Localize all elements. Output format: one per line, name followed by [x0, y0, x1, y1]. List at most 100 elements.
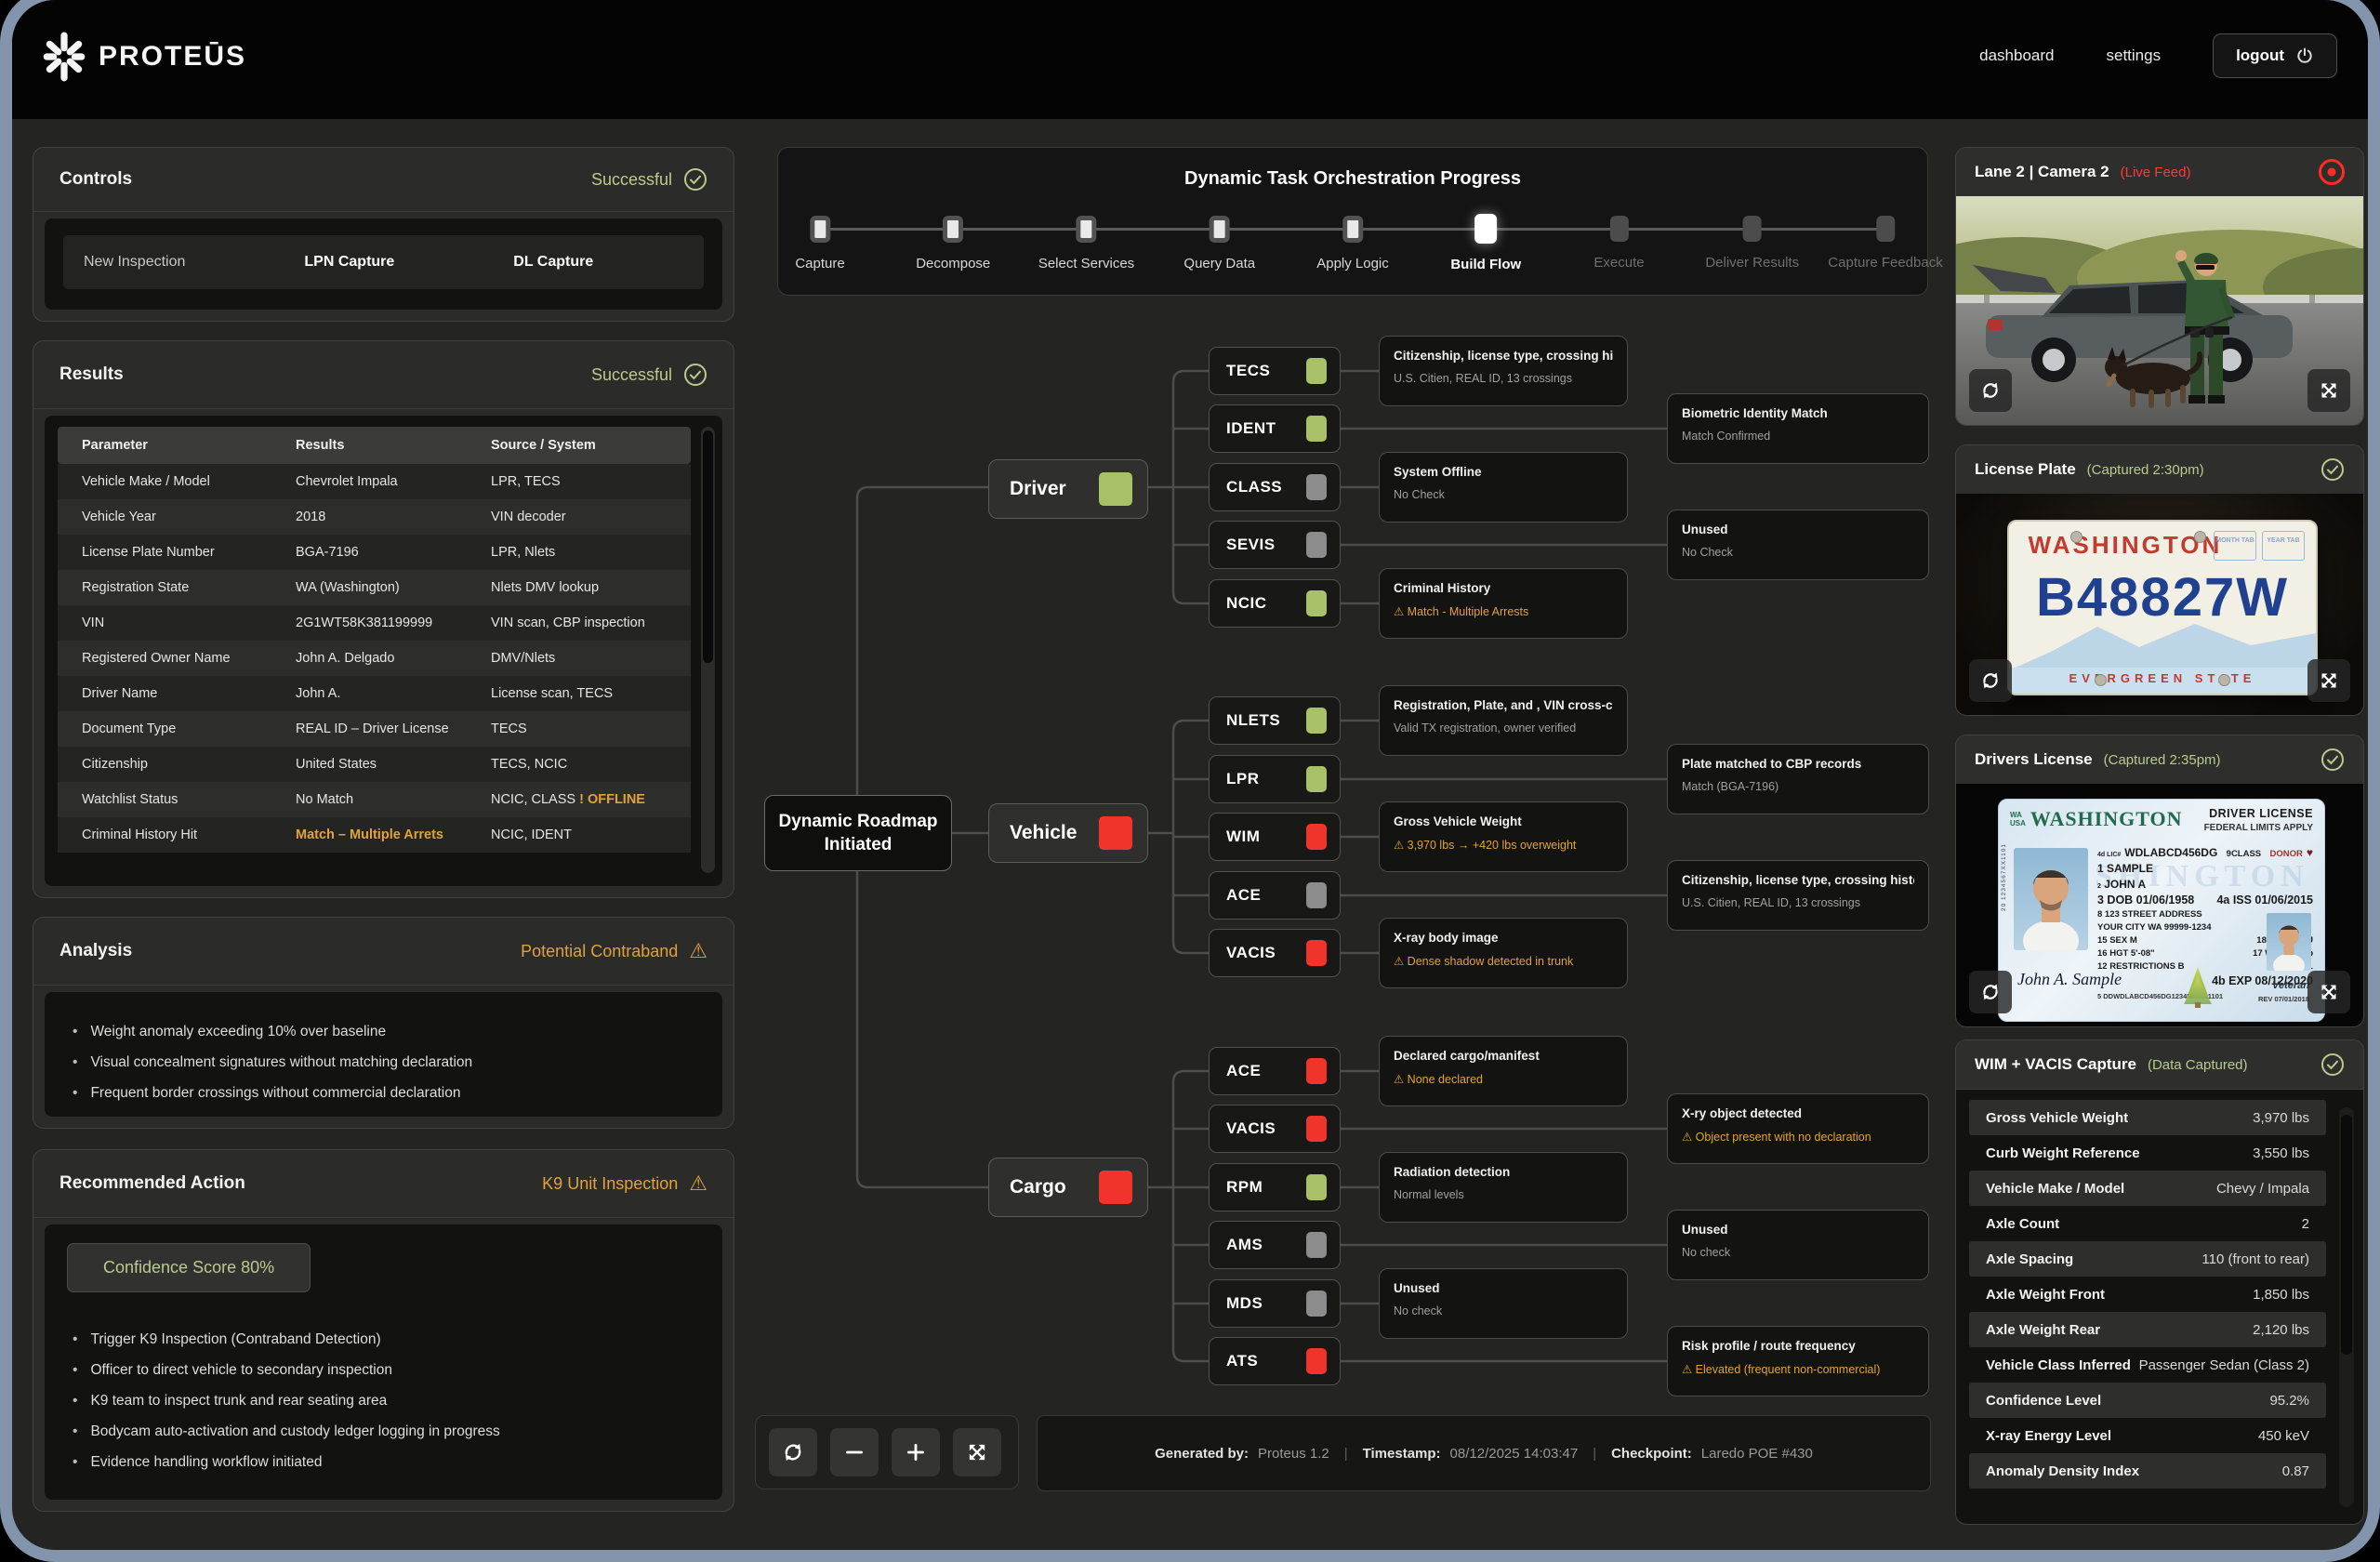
- analysis-bullet: Weight anomaly exceeding 10% over baseli…: [73, 1016, 694, 1047]
- analysis-bullets: Weight anomaly exceeding 10% over baseli…: [45, 992, 722, 1132]
- service-node-nlets[interactable]: NLETS: [1209, 696, 1341, 745]
- cell-parameter: Registration State: [82, 580, 296, 595]
- plate-state-name: WASHINGTON: [2009, 531, 2241, 560]
- refresh-icon: [781, 1440, 805, 1464]
- zoom-out-button[interactable]: [830, 1428, 879, 1476]
- camera-refresh-button[interactable]: [1969, 369, 2012, 412]
- step-deliver-results: Deliver Results: [1705, 217, 1799, 271]
- service-node-ace_v[interactable]: ACE: [1209, 871, 1341, 920]
- lpn-capture-button[interactable]: LPN Capture: [304, 254, 394, 271]
- dl-field-left: 15 SEX M: [2097, 935, 2137, 946]
- service-label: NLETS: [1226, 711, 1280, 730]
- top-nav: dashboard settings logout: [1979, 33, 2337, 78]
- nav-settings[interactable]: settings: [2106, 46, 2161, 65]
- annotation-detail: ⚠ Object present with no declaration: [1682, 1130, 1914, 1144]
- annotation-vacis_c: X-ry object detected⚠ Object present wit…: [1667, 1093, 1929, 1164]
- annotation-title: Gross Vehicle Weight: [1394, 814, 1613, 828]
- wim-row: Axle Weight Rear2,120 lbs: [1969, 1312, 2326, 1347]
- service-node-mds[interactable]: MDS: [1209, 1279, 1341, 1328]
- flow-root-node[interactable]: Dynamic Roadmap Initiated: [764, 795, 952, 871]
- step-label: Query Data: [1183, 256, 1255, 271]
- fit-view-button[interactable]: [953, 1428, 1001, 1476]
- service-node-vacis_c[interactable]: VACIS: [1209, 1105, 1341, 1153]
- dl-photo-area: WASHINGTON WAUSA WASHINGTON DRIVER LICEN…: [1956, 784, 2363, 1026]
- controls-status: Successful: [591, 167, 707, 192]
- annotation-title: X-ray body image: [1394, 931, 1613, 945]
- wim-row: Curb Weight Reference 3,550 lbs: [1969, 1135, 2326, 1171]
- wim-scrollbar[interactable]: [2339, 1107, 2354, 1507]
- flow-refresh-button[interactable]: [769, 1428, 817, 1476]
- camera-feed: [1956, 196, 2363, 425]
- cell-result: Chevrolet Impala: [296, 474, 491, 489]
- service-node-ace_c[interactable]: ACE: [1209, 1047, 1341, 1095]
- step-query-data: Query Data: [1183, 217, 1255, 271]
- service-node-ncic[interactable]: NCIC: [1209, 579, 1341, 628]
- wim-scrollbar-thumb[interactable]: [2341, 1115, 2352, 1355]
- wim-row: Confidence Level95.2%: [1969, 1383, 2326, 1418]
- step-marker: [1077, 216, 1097, 243]
- zoom-in-button[interactable]: [892, 1428, 940, 1476]
- status-square-gray: [1306, 1291, 1327, 1317]
- cell-source: Nlets DMV lookup: [491, 580, 667, 595]
- annotation-title: Unused: [1682, 523, 1914, 536]
- plus-icon: [904, 1440, 928, 1464]
- cell-source: LPR, TECS: [491, 474, 667, 489]
- branch-node-cargo[interactable]: Cargo: [988, 1158, 1148, 1217]
- annotation-lpr: Plate matched to CBP recordsMatch (BGA-7…: [1667, 744, 1929, 814]
- logout-button[interactable]: logout: [2213, 33, 2337, 78]
- wim-row-value: 450 keV: [2258, 1428, 2309, 1444]
- analysis-body: Weight anomaly exceeding 10% over baseli…: [45, 992, 722, 1117]
- step-marker: [1474, 214, 1497, 244]
- camera-expand-button[interactable]: [2307, 369, 2350, 412]
- power-icon: [2295, 46, 2314, 65]
- service-node-ident[interactable]: IDENT: [1209, 404, 1341, 453]
- annotation-detail: ⚠ Dense shadow detected in trunk: [1394, 954, 1613, 968]
- minus-icon: [842, 1440, 866, 1464]
- cell-parameter: Watchlist Status: [82, 792, 296, 807]
- footer-checkpoint-label: Checkpoint:: [1611, 1446, 1692, 1462]
- service-node-class[interactable]: CLASS: [1209, 463, 1341, 511]
- annotation-title: Criminal History: [1394, 581, 1613, 595]
- plate-screw: [2218, 674, 2230, 686]
- plate-refresh-button[interactable]: [1969, 659, 2012, 702]
- branch-node-driver[interactable]: Driver: [988, 459, 1148, 519]
- dl-field-left: 8 123 STREET ADDRESS: [2097, 909, 2202, 920]
- service-node-ams[interactable]: AMS: [1209, 1221, 1341, 1269]
- annotation-nlets: Registration, Plate, and , VIN cross-che…: [1379, 685, 1628, 756]
- cell-parameter: Criminal History Hit: [82, 827, 296, 842]
- service-node-rpm[interactable]: RPM: [1209, 1163, 1341, 1211]
- service-label: RPM: [1226, 1178, 1263, 1197]
- expand-icon: [2318, 669, 2340, 692]
- recommended-title: Recommended Action: [60, 1173, 245, 1194]
- dl-refresh-button[interactable]: [1969, 971, 2012, 1013]
- service-node-lpr[interactable]: LPR: [1209, 755, 1341, 803]
- footer-timestamp-label: Timestamp:: [1363, 1446, 1441, 1462]
- plate-expand-button[interactable]: [2307, 659, 2350, 702]
- refresh-icon: [1979, 981, 2002, 1003]
- confidence-score-chip[interactable]: Confidence Score 80%: [67, 1243, 311, 1292]
- service-node-vacis_v[interactable]: VACIS: [1209, 929, 1341, 977]
- wim-row-label: Gross Vehicle Weight: [1986, 1110, 2128, 1126]
- wim-row-value: 3,550 lbs: [2253, 1145, 2309, 1161]
- license-plate-panel: License Plate (Captured 2:30pm) WASHINGT…: [1955, 444, 2364, 716]
- service-node-sevis[interactable]: SEVIS: [1209, 521, 1341, 569]
- wim-data-rows: Gross Vehicle Weight3,970 lbsCurb Weight…: [1969, 1100, 2326, 1489]
- annotation-tecs: Citizenship, license type, crossing hist…: [1379, 336, 1628, 406]
- service-label: VACIS: [1226, 1119, 1276, 1138]
- dl-expand-button[interactable]: [2307, 971, 2350, 1013]
- wim-vacis-panel: WIM + VACIS Capture (Data Captured) Gros…: [1955, 1039, 2364, 1525]
- check-circle-icon: [683, 363, 707, 387]
- service-node-ats[interactable]: ATS: [1209, 1337, 1341, 1385]
- dl-capture-button[interactable]: DL Capture: [513, 254, 593, 271]
- service-node-wim[interactable]: WIM: [1209, 813, 1341, 861]
- warning-icon: ⚠: [689, 941, 707, 961]
- wim-row: Anomaly Density Index0.87: [1969, 1453, 2326, 1489]
- wim-row-label: Curb Weight Reference: [1986, 1145, 2140, 1161]
- results-scrollbar-thumb[interactable]: [703, 430, 713, 663]
- nav-dashboard[interactable]: dashboard: [1979, 46, 2054, 65]
- results-scrollbar[interactable]: [701, 427, 715, 873]
- annotation-wim: Gross Vehicle Weight⚠ 3,970 lbs → +420 l…: [1379, 801, 1628, 872]
- branch-node-vehicle[interactable]: Vehicle: [988, 803, 1148, 863]
- new-inspection-button[interactable]: New Inspection: [84, 254, 185, 271]
- service-node-tecs[interactable]: TECS: [1209, 347, 1341, 395]
